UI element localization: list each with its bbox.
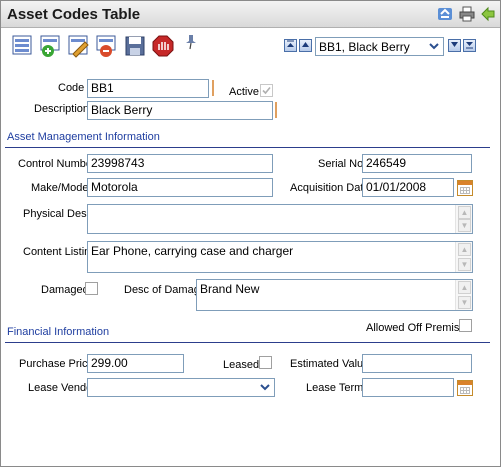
title-bar: Asset Codes Table — [1, 1, 500, 28]
lease-term-label: Lease Term — [306, 382, 364, 394]
desc-of-damage-value: Brand New — [200, 282, 260, 296]
scroll-up-icon[interactable]: ▲ — [458, 243, 471, 256]
cancel-icon — [151, 34, 175, 61]
back-arrow-icon[interactable] — [480, 6, 496, 22]
code-label: Code — [58, 82, 85, 94]
chevron-down-icon[interactable] — [257, 380, 273, 395]
content-listing-textarea[interactable]: Ear Phone, carrying case and charger ▲ ▼ — [87, 241, 473, 273]
leased-label: Leased — [223, 359, 260, 371]
physical-desc-textarea[interactable]: ▲ ▼ — [87, 204, 473, 234]
calendar-icon[interactable] — [457, 180, 473, 196]
last-record-icon — [465, 40, 474, 52]
active-label: Active — [229, 86, 259, 98]
make-model-label: Make/Model — [31, 182, 91, 194]
edit-record-button[interactable] — [67, 35, 91, 59]
save-button[interactable] — [123, 35, 147, 59]
content-listing-value: Ear Phone, carrying case and charger — [91, 244, 294, 258]
window-title: Asset Codes Table — [7, 6, 141, 23]
lease-term-input[interactable] — [362, 378, 454, 397]
list-view-icon — [11, 34, 35, 61]
lease-vendor-select[interactable] — [87, 378, 275, 397]
description-input[interactable]: Black Berry — [87, 101, 273, 120]
asset-section-title: Asset Management Information — [7, 131, 160, 143]
calendar-icon[interactable] — [457, 380, 473, 396]
estimated-value-input[interactable] — [362, 354, 472, 373]
acquisition-date-label: Acquisition Date — [290, 182, 370, 194]
control-number-label: Control Number — [18, 158, 96, 170]
scroll-down-icon[interactable]: ▼ — [458, 219, 471, 232]
delete-record-icon — [95, 34, 119, 61]
serial-no-label: Serial No — [318, 158, 364, 170]
damaged-label: Damaged — [41, 284, 89, 296]
estimated-value-label: Estimated Value — [290, 358, 370, 370]
allowed-off-premises-checkbox[interactable] — [459, 319, 472, 332]
required-marker — [275, 102, 277, 118]
description-label: Description — [34, 103, 90, 115]
serial-no-input[interactable]: 246549 — [362, 154, 472, 173]
desc-of-damage-label: Desc of Damage — [124, 284, 206, 296]
chevron-down-icon — [450, 40, 459, 52]
lease-vendor-label: Lease Vendor — [28, 382, 96, 394]
section-divider — [5, 342, 490, 343]
leased-checkbox[interactable] — [259, 356, 272, 369]
previous-record-button[interactable] — [299, 39, 312, 52]
first-record-icon — [286, 40, 295, 52]
scrollbar[interactable]: ▲ ▼ — [455, 280, 472, 310]
scrollbar[interactable]: ▲ ▼ — [455, 205, 472, 233]
physical-desc-label: Physical Desc — [23, 208, 93, 220]
add-record-icon — [39, 34, 63, 61]
control-number-input[interactable]: 23998743 — [87, 154, 273, 173]
refresh-icon[interactable] — [437, 6, 453, 22]
last-record-button[interactable] — [463, 39, 476, 52]
purchase-price-input[interactable]: 299.00 — [87, 354, 184, 373]
record-select[interactable]: BB1, Black Berry — [315, 37, 444, 56]
scroll-down-icon[interactable]: ▼ — [458, 258, 471, 271]
next-record-button[interactable] — [448, 39, 461, 52]
first-record-button[interactable] — [284, 39, 297, 52]
make-model-input[interactable]: Motorola — [87, 178, 273, 197]
scroll-up-icon[interactable]: ▲ — [458, 281, 471, 294]
scrollbar[interactable]: ▲ ▼ — [455, 242, 472, 272]
active-checkbox[interactable] — [260, 84, 273, 97]
delete-record-button[interactable] — [95, 35, 119, 59]
scroll-down-icon[interactable]: ▼ — [458, 296, 471, 309]
financial-section-title: Financial Information — [7, 326, 110, 338]
code-input[interactable]: BB1 — [87, 79, 209, 98]
add-record-button[interactable] — [39, 35, 63, 59]
section-divider — [5, 147, 490, 148]
desc-of-damage-textarea[interactable]: Brand New ▲ ▼ — [196, 279, 473, 311]
chevron-down-icon[interactable] — [426, 39, 442, 54]
scroll-up-icon[interactable]: ▲ — [458, 206, 471, 219]
pin-icon — [184, 33, 198, 54]
acquisition-date-input[interactable]: 01/01/2008 — [362, 178, 454, 197]
allowed-off-premises-label: Allowed Off Premises — [366, 322, 471, 334]
checkmark-icon — [261, 86, 272, 99]
record-select-value: BB1, Black Berry — [319, 40, 410, 54]
content-listing-label: Content Listing — [23, 246, 97, 258]
pin-button[interactable] — [183, 33, 199, 53]
asset-codes-window: Asset Codes Table BB1, Black Berry Code … — [0, 0, 501, 467]
damaged-checkbox[interactable] — [85, 282, 98, 295]
edit-record-icon — [67, 34, 91, 61]
save-icon — [123, 34, 147, 61]
required-marker — [212, 80, 214, 96]
print-icon[interactable] — [459, 6, 475, 22]
purchase-price-label: Purchase Price — [19, 358, 94, 370]
chevron-up-icon — [301, 40, 310, 52]
list-view-button[interactable] — [11, 35, 35, 59]
cancel-button[interactable] — [151, 35, 175, 59]
